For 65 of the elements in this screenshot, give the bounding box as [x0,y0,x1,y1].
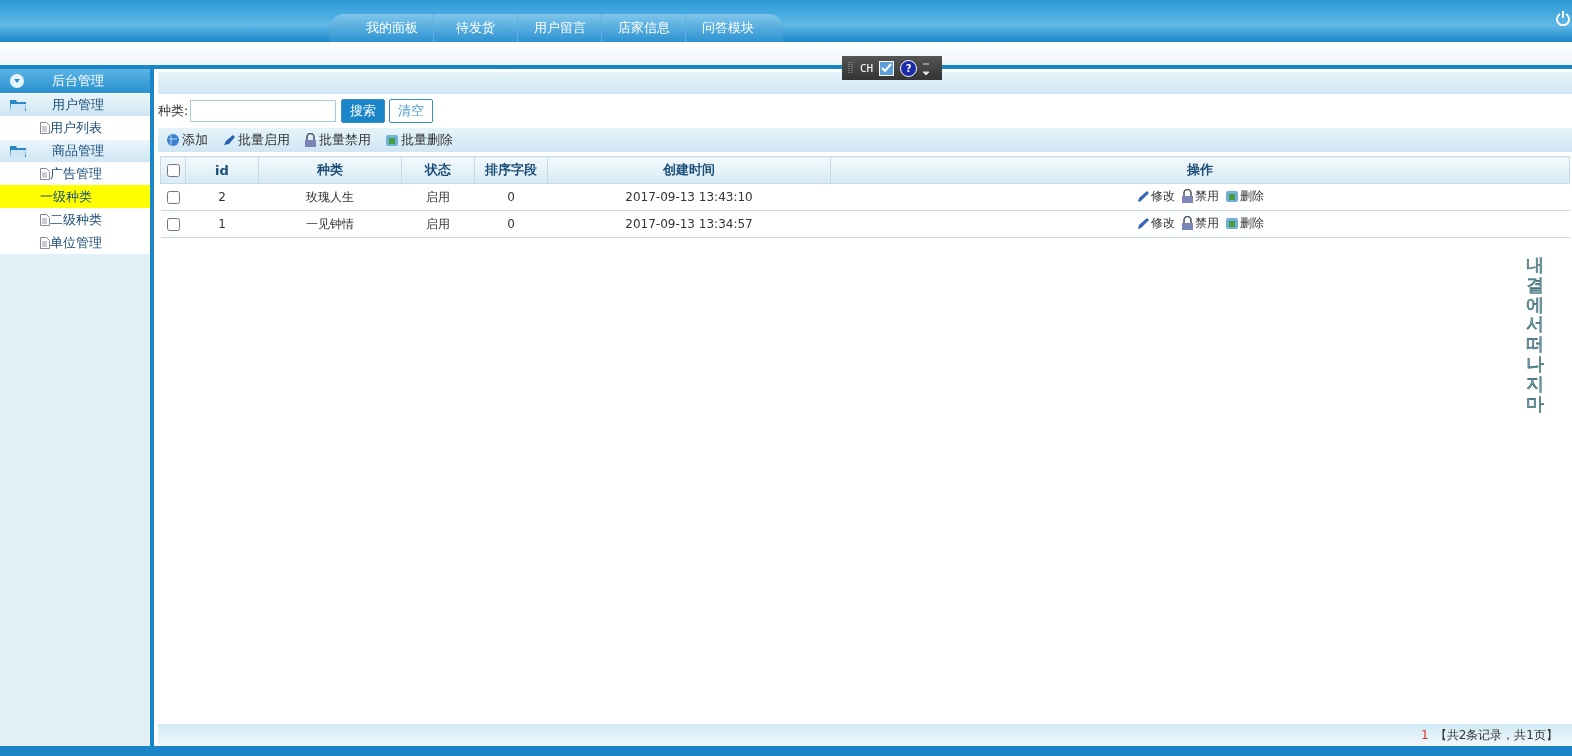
document-icon [40,213,50,226]
sidebar-item[interactable]: 广告管理 [0,162,150,185]
collapse-icon[interactable] [10,74,24,88]
search-field[interactable] [190,100,337,122]
sidebar-title-text: 后台管理 [52,72,104,90]
row-action-link[interactable]: 修改 [1136,214,1175,232]
document-icon [40,236,50,249]
pager-summary: 【共2条记录，共1页】 [1434,726,1558,744]
group-label: 用户管理 [52,96,104,114]
lock-icon [1181,216,1194,231]
column-header: 状态 [401,156,475,184]
column-header: 排序字段 [474,156,548,184]
lyric-overlay: 내 곁에서 떠나지마 [1526,255,1544,414]
sidebar-group[interactable]: 用户管理 [0,93,150,116]
select-all-checkbox[interactable] [167,163,180,177]
row-action-link[interactable]: 删除 [1225,187,1264,205]
sidebar-item[interactable]: 一级种类 [0,185,150,208]
search-label: 种类: [158,102,189,120]
table-cell: 1 [185,210,259,238]
menu-arrow-icon[interactable] [923,61,930,75]
sidebar-item[interactable]: 用户列表 [0,116,150,139]
help-button[interactable]: ? [900,59,918,77]
ime-language[interactable]: CH [860,61,874,75]
document-icon [40,121,50,134]
row-action-link[interactable]: 修改 [1136,187,1175,205]
toolbar-button[interactable]: 添加 [166,131,208,149]
folder-icon [10,145,26,157]
pencil-icon [1136,189,1150,204]
lock-icon [304,133,317,147]
globe-icon [166,133,180,147]
row-checkbox[interactable] [167,217,180,231]
table-cell: 2 [185,183,259,211]
column-header: 操作 [830,156,1570,184]
table-cell: 一见钟情 [258,210,402,238]
document-icon [40,167,50,180]
row-action-link[interactable]: 禁用 [1181,214,1219,232]
row-action-link[interactable]: 删除 [1225,214,1264,232]
power-icon[interactable] [1556,10,1570,26]
column-header: 种类 [258,156,402,184]
sidebar-group[interactable]: 商品管理 [0,139,150,162]
search-button[interactable]: 搜索 [341,99,386,123]
pencil-icon [222,133,236,147]
group-label: 商品管理 [52,142,104,160]
sidebar-item[interactable]: 单位管理 [0,231,150,254]
row-action-link[interactable]: 禁用 [1181,187,1219,205]
toolbar-button[interactable]: 批量启用 [222,131,290,149]
column-header: 创建时间 [547,156,831,184]
table-cell: 0 [474,210,548,238]
sidebar-item[interactable]: 二级种类 [0,208,150,231]
table-cell: 玫瑰人生 [258,183,402,211]
toolbar-button[interactable]: 批量禁用 [304,131,371,149]
current-page[interactable]: 1 [1421,728,1429,742]
table-cell: 启用 [401,210,475,238]
lock-icon [1181,189,1194,204]
row-checkbox[interactable] [167,190,180,204]
pencil-icon [1136,216,1150,231]
toolbar-button[interactable]: 批量删除 [385,131,453,149]
grip-icon[interactable] [848,61,854,75]
folder-icon [10,99,26,111]
checkbox-icon[interactable] [879,60,895,76]
column-header: id [185,156,259,184]
table-cell: 0 [474,183,548,211]
table-cell: 启用 [401,183,475,211]
table-cell: 2017-09-13 13:34:57 [547,210,831,238]
table-cell: 2017-09-13 13:43:10 [547,183,831,211]
